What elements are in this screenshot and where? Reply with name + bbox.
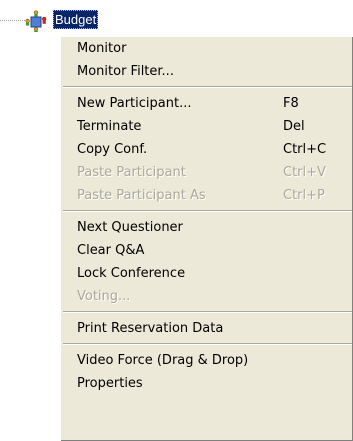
menu-item-label: Paste Participant As xyxy=(77,188,206,203)
tree-connector-line xyxy=(0,20,26,21)
menu-item-next-questioner[interactable]: Next Questioner xyxy=(61,216,353,239)
menu-item-label: Properties xyxy=(77,376,143,391)
menu-item-terminate[interactable]: Terminate Del xyxy=(61,115,353,138)
menu-item-monitor[interactable]: Monitor xyxy=(61,37,353,60)
menu-item-lock-conference[interactable]: Lock Conference xyxy=(61,262,353,285)
conference-participants-icon xyxy=(25,10,47,32)
menu-separator xyxy=(63,311,352,313)
menu-item-label: Paste Participant xyxy=(77,165,186,180)
menu-item-clear-q-a[interactable]: Clear Q&A xyxy=(61,239,353,262)
tree-node-label[interactable]: Budget xyxy=(53,10,99,29)
menu-item-label: Voting... xyxy=(77,289,131,304)
menu-item-voting: Voting... xyxy=(61,285,353,308)
menu-item-label: Video Force (Drag & Drop) xyxy=(77,353,249,368)
menu-item-shortcut: F8 xyxy=(283,96,299,111)
menu-item-copy-conf[interactable]: Copy Conf. Ctrl+C xyxy=(61,138,353,161)
menu-item-label: Next Questioner xyxy=(77,220,183,235)
menu-separator xyxy=(63,343,352,345)
menu-item-properties[interactable]: Properties xyxy=(61,372,353,395)
menu-item-label: Terminate xyxy=(77,119,142,134)
menu-item-label: Copy Conf. xyxy=(77,142,148,157)
menu-item-label: Print Reservation Data xyxy=(77,321,224,336)
menu-item-label: Monitor xyxy=(77,41,127,56)
tree-node-budget[interactable]: Budget xyxy=(0,0,353,36)
menu-item-new-participant[interactable]: New Participant... F8 xyxy=(61,92,353,115)
menu-item-shortcut: Ctrl+V xyxy=(283,165,326,180)
menu-item-label: New Participant... xyxy=(77,96,192,111)
menu-item-shortcut: Ctrl+C xyxy=(283,142,327,157)
menu-item-label: Monitor Filter... xyxy=(77,64,174,79)
menu-item-label: Clear Q&A xyxy=(77,243,145,258)
menu-item-monitor-filter[interactable]: Monitor Filter... xyxy=(61,60,353,83)
menu-item-video-force-drag-drop[interactable]: Video Force (Drag & Drop) xyxy=(61,349,353,372)
menu-separator xyxy=(63,86,352,88)
menu-item-label: Lock Conference xyxy=(77,266,186,281)
menu-item-paste-participant-as: Paste Participant As Ctrl+P xyxy=(61,184,353,207)
menu-item-shortcut: Del xyxy=(283,119,305,134)
menu-item-print-reservation-data[interactable]: Print Reservation Data xyxy=(61,317,353,340)
menu-item-paste-participant: Paste Participant Ctrl+V xyxy=(61,161,353,184)
menu-item-shortcut: Ctrl+P xyxy=(283,188,325,203)
context-menu: Monitor Monitor Filter... New Participant.… xyxy=(60,36,353,441)
menu-separator xyxy=(63,210,352,212)
